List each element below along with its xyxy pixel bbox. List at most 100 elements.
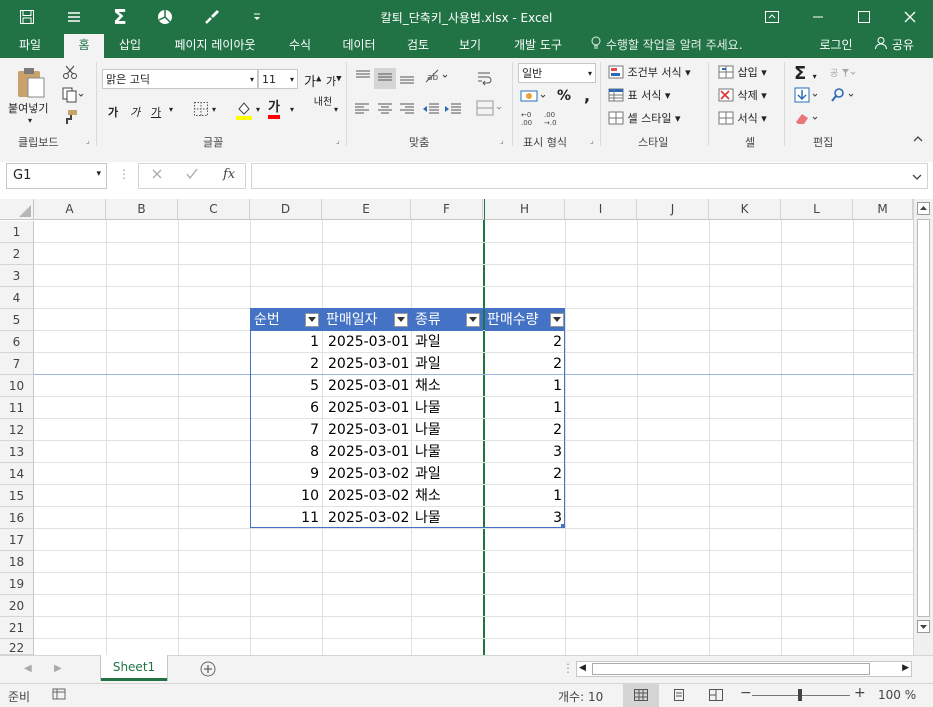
table-cell[interactable]: 과일 (412, 463, 482, 485)
horizontal-scrollbar[interactable]: ◀ ▶ (576, 661, 912, 677)
row-header[interactable]: 12 (0, 419, 34, 441)
comma-button[interactable]: , (584, 86, 590, 105)
table-cell[interactable]: 2 (486, 331, 564, 353)
table-cell[interactable]: 1 (486, 485, 564, 507)
row-header[interactable]: 19 (0, 573, 34, 595)
decrease-decimal-icon[interactable]: .00 →.0 (543, 110, 563, 129)
select-all-corner[interactable] (0, 199, 34, 220)
enter-icon[interactable] (185, 167, 199, 184)
column-header-k[interactable]: K (709, 199, 781, 220)
close-icon[interactable] (887, 0, 933, 34)
table-header-cell[interactable]: 판매일자 (322, 309, 411, 331)
align-top-icon[interactable] (354, 70, 372, 87)
percent-button[interactable]: % (557, 88, 571, 104)
underline-button[interactable]: 가 (151, 104, 161, 120)
vertical-scrollbar[interactable] (913, 199, 933, 655)
table-cell[interactable]: 5 (251, 375, 321, 397)
delete-cells-button[interactable]: 삭제 ▾ (718, 87, 767, 105)
cancel-icon[interactable] (150, 167, 164, 184)
column-header-b[interactable]: B (106, 199, 178, 220)
column-header-f[interactable]: F (411, 199, 483, 220)
collapse-ribbon-icon[interactable] (912, 134, 924, 147)
increase-font-icon[interactable]: 가▲ (304, 71, 321, 90)
zoom-slider-thumb[interactable] (798, 689, 802, 701)
column-header-m[interactable]: M (853, 199, 913, 220)
maximize-icon[interactable] (841, 0, 887, 34)
bold-button[interactable]: 가 (108, 104, 118, 120)
row-header[interactable]: 7 (0, 353, 34, 375)
ribbon-display-icon[interactable] (749, 0, 795, 34)
table-cell[interactable]: 2025-03-01 (323, 397, 410, 419)
scroll-down-icon[interactable] (917, 620, 930, 633)
table-cell[interactable]: 채소 (412, 375, 482, 397)
align-left-icon[interactable] (354, 102, 370, 119)
conditional-format-button[interactable]: 조건부 서식 ▾ (608, 64, 691, 82)
align-right-icon[interactable] (399, 102, 415, 119)
align-center-icon[interactable] (377, 102, 393, 119)
decrease-indent-icon[interactable] (422, 102, 440, 119)
chevron-down-icon[interactable]: ▾ (290, 105, 294, 114)
row-header[interactable]: 18 (0, 551, 34, 573)
fill-icon[interactable] (794, 87, 820, 106)
format-cells-button[interactable]: 서식 ▾ (718, 110, 767, 128)
cell-styles-button[interactable]: 셀 스타일 ▾ (608, 110, 681, 128)
scroll-right-icon[interactable]: ▶ (902, 663, 909, 673)
row-header[interactable]: 5 (0, 309, 34, 331)
tab-review[interactable]: 검토 (398, 34, 438, 58)
row-header[interactable]: 21 (0, 617, 34, 639)
chevron-down-icon[interactable]: ▾ (212, 105, 216, 114)
row-header[interactable]: 6 (0, 331, 34, 353)
clear-icon[interactable] (794, 110, 820, 129)
merge-center-icon[interactable] (476, 100, 504, 119)
active-cell-g1[interactable] (483, 220, 485, 242)
decrease-font-icon[interactable]: 가▼ (326, 73, 342, 89)
format-painter-icon[interactable] (62, 109, 78, 128)
row-header[interactable]: 4 (0, 287, 34, 309)
tab-developer[interactable]: 개발 도구 (502, 34, 574, 58)
scroll-left-icon[interactable]: ◀ (579, 663, 586, 673)
row-header[interactable]: 13 (0, 441, 34, 463)
dialog-launcher-icon[interactable]: ⌟ (590, 136, 594, 145)
scroll-sheets-left-icon[interactable]: ◀ (24, 663, 32, 674)
add-sheet-icon[interactable] (199, 660, 217, 681)
italic-button[interactable]: 가 (130, 104, 140, 120)
table-cell[interactable]: 2025-03-02 (323, 485, 410, 507)
filter-dropdown-icon[interactable] (305, 313, 319, 327)
table-cell[interactable]: 9 (251, 463, 321, 485)
row-header[interactable]: 22 (0, 639, 34, 655)
split-handle-icon[interactable]: ⋮ (562, 661, 574, 675)
filter-dropdown-icon[interactable] (466, 313, 480, 327)
align-bottom-icon[interactable] (398, 70, 416, 87)
table-cell[interactable]: 과일 (412, 331, 482, 353)
row-header[interactable]: 14 (0, 463, 34, 485)
tab-home[interactable]: 홈 (64, 34, 104, 58)
tab-data[interactable]: 데이터 (332, 34, 386, 58)
table-header-cell[interactable]: 판매수량 (485, 309, 565, 331)
border-icon[interactable] (193, 101, 209, 120)
align-middle-icon[interactable] (374, 68, 396, 89)
table-cell[interactable]: 2 (486, 353, 564, 375)
column-header-l[interactable]: L (781, 199, 853, 220)
table-cell[interactable]: 6 (251, 397, 321, 419)
table-resize-handle[interactable] (561, 524, 565, 528)
format-as-table-button[interactable]: 표 서식 ▾ (608, 87, 670, 105)
table-cell[interactable]: 1 (251, 331, 321, 353)
table-cell[interactable]: 나물 (412, 419, 482, 441)
row-header[interactable]: 1 (0, 221, 34, 243)
table-cell[interactable]: 2025-03-02 (323, 507, 410, 529)
table-cell[interactable]: 채소 (412, 485, 482, 507)
table-cell[interactable]: 과일 (412, 353, 482, 375)
minimize-icon[interactable] (795, 0, 841, 34)
table-cell[interactable]: 나물 (412, 441, 482, 463)
formula-input[interactable] (251, 163, 928, 189)
table-cell[interactable]: 3 (486, 507, 564, 529)
row-header[interactable]: 10 (0, 375, 34, 397)
paste-button[interactable] (14, 66, 48, 103)
tab-view[interactable]: 보기 (450, 34, 490, 58)
table-cell[interactable]: 2 (486, 419, 564, 441)
table-cell[interactable]: 2025-03-02 (323, 463, 410, 485)
scroll-sheets-right-icon[interactable]: ▶ (54, 663, 62, 674)
table-cell[interactable]: 8 (251, 441, 321, 463)
tab-insert[interactable]: 삽입 (110, 34, 150, 58)
table-header-cell[interactable]: 종류 (411, 309, 483, 331)
